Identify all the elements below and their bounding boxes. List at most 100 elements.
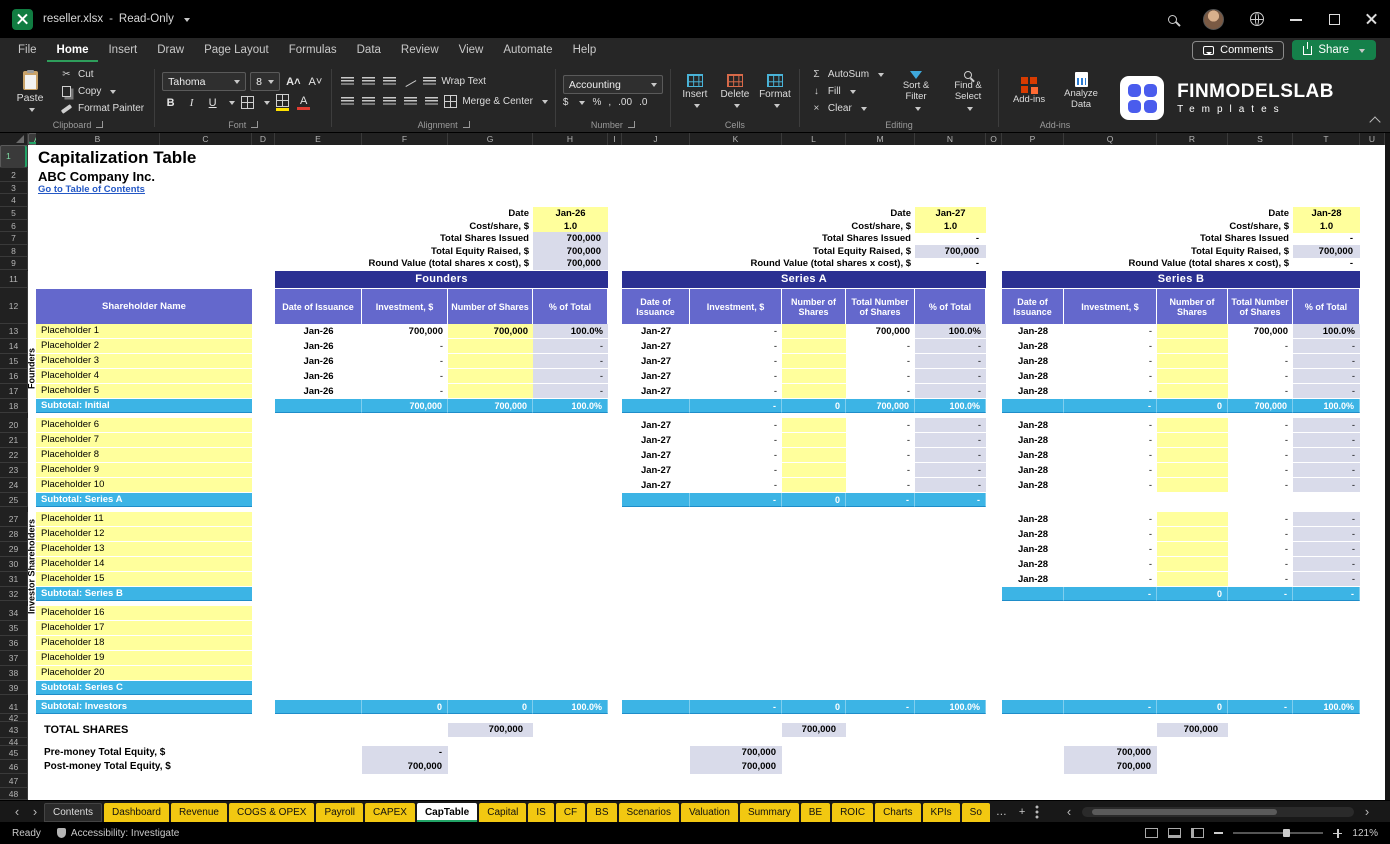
data-cell[interactable]: [1157, 478, 1228, 493]
sheet-tab-cf[interactable]: CF: [556, 803, 585, 822]
data-cell[interactable]: Jan-28: [1002, 463, 1064, 478]
borders-button[interactable]: [239, 94, 256, 111]
data-cell[interactable]: -: [1064, 542, 1157, 557]
subtotal-cell[interactable]: -: [1228, 700, 1293, 714]
equity-values-box[interactable]: -700,000: [362, 746, 448, 774]
scroll-left-icon[interactable]: ‹: [1060, 802, 1078, 822]
grow-font-button[interactable]: A˄: [284, 73, 302, 90]
info-value[interactable]: Jan-28: [1293, 207, 1360, 220]
equity-values-box[interactable]: 700,000700,000: [690, 746, 782, 774]
subtotal-cell[interactable]: -: [1064, 587, 1157, 601]
page-break-view-icon[interactable]: [1191, 828, 1204, 838]
menu-data[interactable]: Data: [347, 38, 391, 62]
subtotal-cell[interactable]: -: [690, 493, 782, 507]
zoom-out-icon[interactable]: [1214, 832, 1223, 834]
sheet-tab-capital[interactable]: Capital: [479, 803, 526, 822]
more-sheets-icon[interactable]: …: [990, 806, 1013, 818]
data-cell[interactable]: -: [690, 463, 782, 478]
shareholder-name-cell[interactable]: Placeholder 11: [36, 512, 252, 527]
align-left-button[interactable]: [339, 93, 356, 110]
sheet-tab-is[interactable]: IS: [528, 803, 553, 822]
data-cell[interactable]: -: [1228, 339, 1293, 354]
table-header-cell[interactable]: Number of Shares: [448, 288, 533, 324]
group-label-founders[interactable]: Founders: [26, 324, 37, 413]
subtotal-cell[interactable]: [622, 700, 690, 714]
table-header-cell[interactable]: Number of Shares: [782, 288, 846, 324]
subtotal-cell[interactable]: 0: [1157, 700, 1228, 714]
subtotal-cell[interactable]: [1002, 399, 1064, 413]
increase-indent-button[interactable]: [423, 93, 440, 110]
data-cell[interactable]: -: [690, 369, 782, 384]
data-cell[interactable]: [1157, 324, 1228, 339]
data-cell[interactable]: -: [1064, 354, 1157, 369]
data-cell[interactable]: [1157, 369, 1228, 384]
data-cell[interactable]: [1157, 418, 1228, 433]
shareholder-name-cell[interactable]: Placeholder 3: [36, 354, 252, 369]
data-cell[interactable]: -: [1228, 384, 1293, 399]
data-cell[interactable]: -: [1228, 354, 1293, 369]
menu-draw[interactable]: Draw: [147, 38, 194, 62]
data-cell[interactable]: [1157, 463, 1228, 478]
table-title-founders[interactable]: Founders: [275, 271, 608, 288]
data-cell[interactable]: -: [1064, 512, 1157, 527]
maximize-button[interactable]: [1328, 13, 1340, 25]
data-cell[interactable]: -: [1228, 463, 1293, 478]
data-cell[interactable]: [782, 433, 846, 448]
subtotal-cell[interactable]: 100.0%: [1293, 700, 1360, 714]
accessibility-button[interactable]: Accessibility: Investigate: [57, 828, 179, 839]
network-icon[interactable]: [1250, 12, 1264, 26]
sheet-tab-roic[interactable]: ROIC: [832, 803, 873, 822]
data-cell[interactable]: -: [846, 339, 915, 354]
data-cell[interactable]: -: [533, 339, 608, 354]
sheet-tab-so[interactable]: So: [962, 803, 990, 822]
data-cell[interactable]: -: [915, 369, 986, 384]
shareholder-name-cell[interactable]: Placeholder 10: [36, 478, 252, 493]
subtotal-cell[interactable]: 700,000: [362, 399, 448, 413]
subtotal-cell[interactable]: 0: [782, 493, 846, 507]
data-cell[interactable]: [448, 354, 533, 369]
comments-button[interactable]: Comments: [1192, 41, 1284, 60]
info-value[interactable]: -: [915, 232, 986, 245]
subtotal-cell[interactable]: -: [690, 399, 782, 413]
zoom-slider[interactable]: [1233, 832, 1323, 834]
table-header-cell[interactable]: Date of Issuance: [622, 288, 690, 324]
data-cell[interactable]: 700,000: [448, 324, 533, 339]
data-cell[interactable]: -: [1293, 354, 1360, 369]
info-value[interactable]: -: [1293, 232, 1360, 245]
data-cell[interactable]: -: [533, 369, 608, 384]
info-label[interactable]: Date: [269, 207, 529, 220]
info-label[interactable]: Round Value (total shares x cost), $: [651, 257, 911, 270]
data-cell[interactable]: -: [1064, 478, 1157, 493]
shareholder-name-cell[interactable]: Placeholder 15: [36, 572, 252, 587]
shareholder-name-cell[interactable]: Placeholder 20: [36, 666, 252, 681]
shareholder-name-cell[interactable]: Placeholder 17: [36, 621, 252, 636]
data-cell[interactable]: -: [362, 354, 448, 369]
data-cell[interactable]: -: [1064, 448, 1157, 463]
sheet-tab-contents[interactable]: Contents: [44, 803, 102, 822]
info-value[interactable]: Jan-26: [533, 207, 608, 220]
table-header-cell[interactable]: Investment, $: [362, 288, 448, 324]
info-label[interactable]: Round Value (total shares x cost), $: [269, 257, 529, 270]
data-cell[interactable]: -: [690, 433, 782, 448]
subtotal-cell[interactable]: [622, 493, 690, 507]
data-cell[interactable]: -: [915, 433, 986, 448]
sheet-tab-dashboard[interactable]: Dashboard: [104, 803, 169, 822]
equity-values-box[interactable]: 700,000700,000: [1064, 746, 1157, 774]
clear-button[interactable]: × Clear: [807, 101, 887, 117]
data-cell[interactable]: [1157, 572, 1228, 587]
subtotal-label[interactable]: Subtotal: Series A: [36, 493, 252, 507]
subtotal-cell[interactable]: [275, 700, 362, 714]
subtotal-cell[interactable]: 100.0%: [533, 700, 608, 714]
autosum-button[interactable]: Σ AutoSum: [807, 67, 887, 83]
data-cell[interactable]: [782, 354, 846, 369]
data-cell[interactable]: -: [1293, 572, 1360, 587]
postmoney-label[interactable]: Post-money Total Equity, $: [44, 760, 274, 774]
align-top-button[interactable]: [339, 73, 356, 90]
data-cell[interactable]: -: [1293, 557, 1360, 572]
data-cell[interactable]: Jan-27: [622, 339, 690, 354]
percent-style-button[interactable]: %: [592, 97, 601, 108]
data-cell[interactable]: [782, 369, 846, 384]
data-cell[interactable]: Jan-28: [1002, 324, 1064, 339]
data-cell[interactable]: -: [846, 418, 915, 433]
increase-decimal-button[interactable]: .00: [618, 97, 632, 108]
